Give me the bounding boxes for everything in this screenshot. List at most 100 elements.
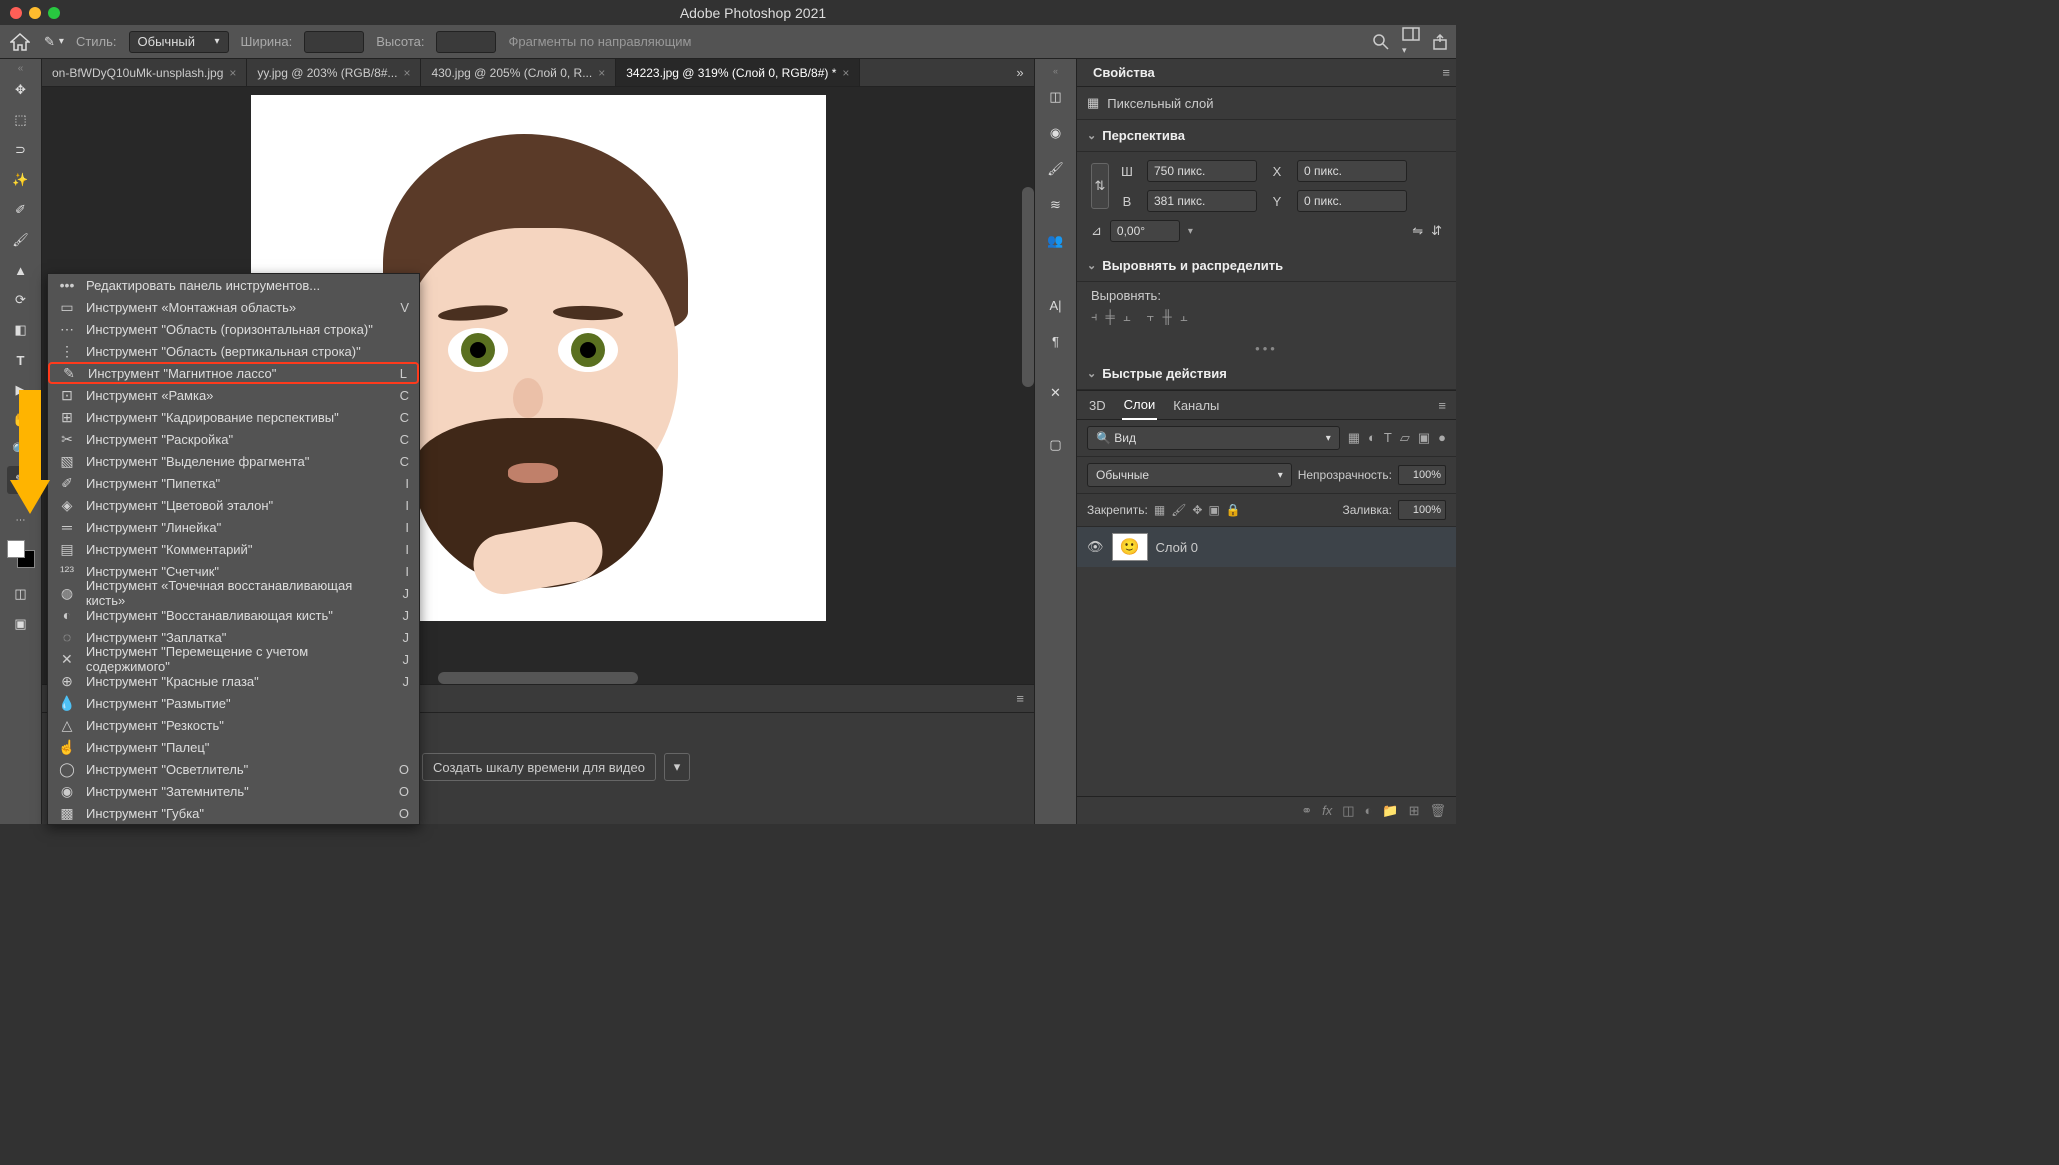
flyout-tool-item[interactable]: ═Инструмент "Линейка"I: [48, 516, 419, 538]
timeline-type-dropdown[interactable]: ▾: [664, 753, 690, 781]
workspace-icon[interactable]: ▾: [1402, 27, 1420, 56]
quick-actions-toggle[interactable]: ⌄ Быстрые действия: [1077, 358, 1456, 390]
height-input[interactable]: [436, 31, 496, 53]
panel-collapse-icon[interactable]: «: [18, 63, 24, 74]
lasso-tool[interactable]: ⊃: [7, 136, 35, 164]
eyedropper-tool[interactable]: ✐: [7, 196, 35, 224]
tools-preset-icon[interactable]: ✕: [1042, 379, 1070, 407]
maximize-window-icon[interactable]: [48, 7, 60, 19]
snap-fragments-button[interactable]: Фрагменты по направляющим: [508, 34, 691, 49]
link-layers-icon[interactable]: ⚭: [1301, 803, 1312, 819]
more-options-icon[interactable]: •••: [1077, 335, 1456, 358]
marquee-tool[interactable]: ⬚: [7, 106, 35, 134]
close-icon[interactable]: ×: [229, 66, 236, 80]
filter-pixel-icon[interactable]: ▦: [1348, 430, 1360, 446]
lock-position-icon[interactable]: ✥: [1192, 503, 1202, 517]
active-tool-preset[interactable]: ✎ ▾: [44, 34, 64, 50]
share-icon[interactable]: [1432, 34, 1448, 50]
x-value-input[interactable]: [1297, 160, 1407, 182]
flyout-tool-item[interactable]: ✕Инструмент "Перемещение с учетом содерж…: [48, 648, 419, 670]
flyout-tool-item[interactable]: 💧Инструмент "Размытие": [48, 692, 419, 714]
flyout-tool-item[interactable]: ☝Инструмент "Палец": [48, 736, 419, 758]
vertical-scrollbar[interactable]: [1022, 187, 1034, 387]
clone-stamp-tool[interactable]: ▲: [7, 256, 35, 284]
navigator-panel-icon[interactable]: ▢: [1042, 431, 1070, 459]
layer-thumbnail[interactable]: 🙂: [1112, 533, 1148, 561]
close-icon[interactable]: ×: [842, 66, 849, 80]
flyout-tool-item[interactable]: ◈Инструмент "Цветовой эталон"I: [48, 494, 419, 516]
blend-mode-select[interactable]: Обычные ▾: [1087, 463, 1292, 487]
y-value-input[interactable]: [1297, 190, 1407, 212]
flyout-tool-item[interactable]: ◯Инструмент "Осветлитель"O: [48, 758, 419, 780]
angle-input[interactable]: [1110, 220, 1180, 242]
gradient-tool[interactable]: ◧: [7, 316, 35, 344]
width-input[interactable]: [304, 31, 364, 53]
layer-name[interactable]: Слой 0: [1156, 540, 1198, 555]
flyout-tool-item[interactable]: ▭Инструмент «Монтажная область»V: [48, 296, 419, 318]
tab-channels[interactable]: Каналы: [1171, 392, 1221, 419]
minimize-window-icon[interactable]: [29, 7, 41, 19]
new-layer-icon[interactable]: ⊞: [1409, 803, 1420, 819]
align-section-toggle[interactable]: ⌄ Выровнять и распределить: [1077, 250, 1456, 282]
flyout-tool-item[interactable]: ✂Инструмент "Раскройка"C: [48, 428, 419, 450]
lock-transparency-icon[interactable]: ▦: [1154, 503, 1165, 517]
document-tab[interactable]: on-BfWDyQ10uMk-unsplash.jpg ×: [42, 59, 247, 86]
horizontal-scrollbar[interactable]: [438, 672, 638, 684]
document-tab[interactable]: 430.jpg @ 205% (Слой 0, R... ×: [421, 59, 616, 86]
search-icon[interactable]: [1372, 33, 1390, 51]
chevron-down-icon[interactable]: ▾: [1188, 226, 1193, 237]
new-group-icon[interactable]: 📁: [1382, 803, 1398, 819]
panel-menu-icon[interactable]: ≡: [1016, 691, 1024, 706]
flip-vertical-icon[interactable]: ⇵: [1431, 223, 1442, 239]
transform-section-toggle[interactable]: ⌄ Перспектива: [1077, 120, 1456, 152]
lock-pixels-icon[interactable]: 🖌: [1171, 503, 1186, 517]
adjustments-panel-icon[interactable]: ≋: [1042, 191, 1070, 219]
align-top-icon[interactable]: ⫟: [1147, 309, 1155, 325]
align-center-v-icon[interactable]: ╫: [1163, 309, 1172, 325]
document-tab[interactable]: yy.jpg @ 203% (RGB/8#... ×: [247, 59, 421, 86]
color-swatches[interactable]: [7, 540, 35, 568]
edit-toolbar-item[interactable]: ••• Редактировать панель инструментов...: [48, 274, 419, 296]
flyout-tool-item[interactable]: △Инструмент "Резкость": [48, 714, 419, 736]
flyout-tool-item[interactable]: ▧Инструмент "Выделение фрагмента"C: [48, 450, 419, 472]
fill-input[interactable]: [1398, 500, 1446, 520]
magic-wand-tool[interactable]: ✨: [7, 166, 35, 194]
document-tab[interactable]: 34223.jpg @ 319% (Слой 0, RGB/8#) * ×: [616, 59, 860, 86]
flyout-tool-item[interactable]: ✐Инструмент "Пипетка"I: [48, 472, 419, 494]
flyout-tool-item[interactable]: ◍Инструмент «Точечная восстанавливающая …: [48, 582, 419, 604]
flyout-tool-item[interactable]: ▤Инструмент "Комментарий"I: [48, 538, 419, 560]
filter-shape-icon[interactable]: ▱: [1400, 430, 1410, 446]
home-button[interactable]: [8, 30, 32, 54]
flyout-tool-item[interactable]: ✎Инструмент "Магнитное лассо"L: [48, 362, 419, 384]
lock-artboard-icon[interactable]: ▣: [1208, 503, 1219, 517]
filter-type-icon[interactable]: T: [1384, 430, 1392, 446]
filter-smart-icon[interactable]: ▣: [1418, 430, 1430, 446]
align-bottom-icon[interactable]: ⫠: [1180, 309, 1188, 325]
brush-tool[interactable]: 🖌: [7, 226, 35, 254]
move-tool[interactable]: ✥: [7, 76, 35, 104]
tab-3d[interactable]: 3D: [1087, 392, 1108, 419]
tab-layers[interactable]: Слои: [1122, 391, 1158, 420]
dock-collapse-icon[interactable]: «: [1045, 67, 1067, 75]
align-center-h-icon[interactable]: ╪: [1106, 309, 1115, 325]
flip-horizontal-icon[interactable]: ⇋: [1412, 223, 1423, 239]
panel-menu-icon[interactable]: ≡: [1438, 398, 1446, 413]
close-icon[interactable]: ×: [598, 66, 605, 80]
color-panel-icon[interactable]: ◉: [1042, 119, 1070, 147]
libraries-panel-icon[interactable]: 👥: [1042, 227, 1070, 255]
flyout-tool-item[interactable]: ⊞Инструмент "Кадрирование перспективы"C: [48, 406, 419, 428]
visibility-icon[interactable]: 👁: [1087, 539, 1104, 555]
lock-all-icon[interactable]: 🔒: [1226, 503, 1241, 517]
flyout-tool-item[interactable]: ▩Инструмент "Губка"O: [48, 802, 419, 824]
type-tool[interactable]: T: [7, 346, 35, 374]
layer-fx-icon[interactable]: fx: [1322, 803, 1332, 818]
panel-menu-icon[interactable]: ≡: [1442, 65, 1450, 80]
brushes-panel-icon[interactable]: 🖌: [1042, 155, 1070, 183]
flyout-tool-item[interactable]: ⋯Инструмент "Область (горизонтальная стр…: [48, 318, 419, 340]
flyout-tool-item[interactable]: ⋮Инструмент "Область (вертикальная строк…: [48, 340, 419, 362]
adjustment-layer-icon[interactable]: ◐: [1365, 803, 1373, 818]
link-dimensions-icon[interactable]: ⇅: [1091, 163, 1109, 209]
tab-overflow-icon[interactable]: »: [1006, 59, 1034, 86]
align-left-icon[interactable]: ⫞: [1091, 309, 1098, 325]
flyout-tool-item[interactable]: ◉Инструмент "Затемнитель"O: [48, 780, 419, 802]
